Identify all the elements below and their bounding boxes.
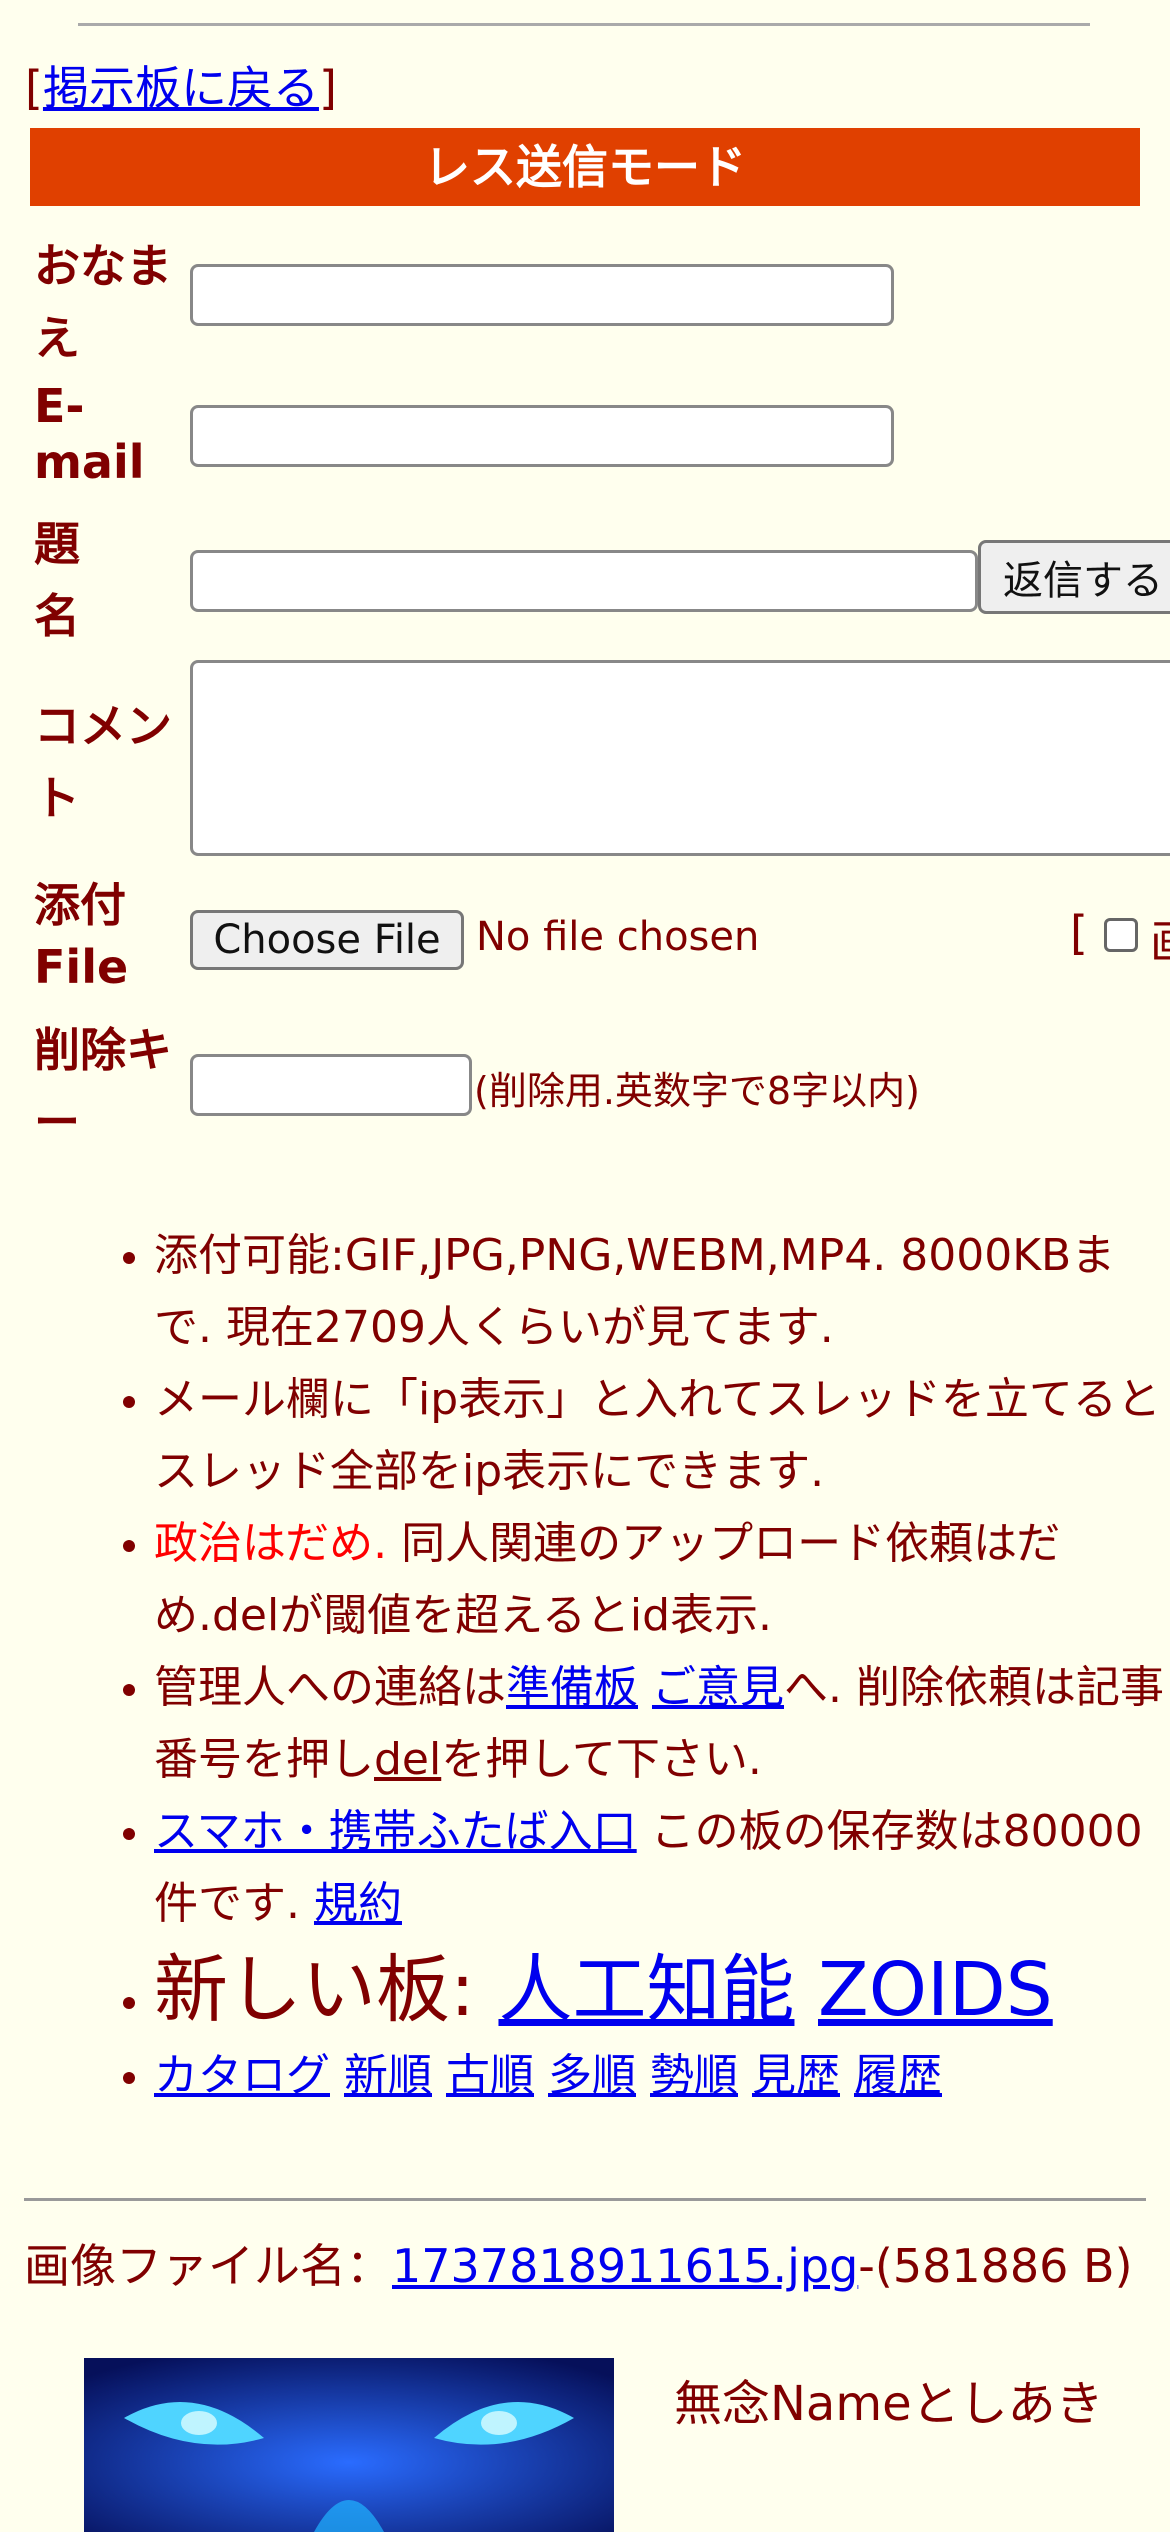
rule-contact-text: 管理人への連絡は [154,1662,506,1713]
prep-board-link[interactable]: 準備板 [506,1662,638,1713]
image-file-size: -(581886 B) [858,2239,1133,2293]
top-divider [78,23,1090,26]
post-history-link[interactable]: 履歴 [854,2050,942,2101]
image-file-link[interactable]: 1737818911615.jpg [392,2239,858,2293]
rule-mobile: スマホ・携帯ふたば入口 この板の保存数は80000件です. 規約 [154,1796,1170,1940]
post-author-name: 無念Nameとしあき [674,2376,1104,2432]
ai-board-link[interactable]: 人工知能 [498,1947,794,2033]
subject-input[interactable] [190,550,978,612]
image-option-checkbox[interactable] [1104,918,1138,952]
thumbnail-artwork [84,2358,614,2532]
name-label: おなまえ [34,239,172,365]
comment-textarea[interactable] [190,660,1170,856]
option-label-clipped: 画 [1150,906,1170,972]
image-file-prefix: 画像ファイル名： [24,2239,392,2293]
rule-ip-display: メール欄に「ip表示」と入れてスレッドを立てるとスレッド全部をip表示にできます… [154,1364,1170,1508]
zoids-board-link[interactable]: ZOIDS [818,1947,1053,2033]
delete-key-hint: (削除用.英数字で8字以内) [474,1069,920,1113]
rule-politics-warning: 政治はだめ. [154,1518,388,1569]
sort-old-link[interactable]: 古順 [446,2050,534,2101]
new-boards-label: 新しい板: [154,1947,499,2033]
rule-politics: 政治はだめ. 同人関連のアップロード依頼はだめ.delが閾値を超えるとid表示. [154,1508,1170,1652]
reply-submit-button[interactable]: 返信する [978,540,1170,614]
view-history-link[interactable]: 見歴 [752,2050,840,2101]
sort-momentum-link[interactable]: 勢順 [650,2050,738,2101]
section-divider [24,2198,1146,2201]
terms-link[interactable]: 規約 [314,1878,402,1929]
no-file-text: No file chosen [476,914,760,960]
del-text: del [374,1734,442,1785]
file-label: 添付File [34,878,129,994]
post-thumbnail[interactable] [84,2358,614,2532]
back-nav: [掲示板に戻る] [25,61,337,115]
catalog-link[interactable]: カタログ [154,2050,330,2101]
name-input[interactable] [190,264,894,326]
feedback-link[interactable]: ご意見 [652,1662,784,1713]
rule-contact-text-3: を押して下さい. [441,1734,762,1785]
mobile-entrance-link[interactable]: スマホ・携帯ふたば入口 [154,1806,637,1857]
subject-label: 題名 [34,517,80,643]
back-to-board-link[interactable]: 掲示板に戻る [43,61,319,115]
new-boards: 新しい板: 人工知能 ZOIDS [154,1940,1170,2040]
rule-contact: 管理人への連絡は準備板 ご意見へ. 削除依頼は記事番号を押しdelを押して下さい… [154,1652,1170,1796]
delete-key-input[interactable] [190,1054,472,1116]
board-rules-list: 添付可能:GIF,JPG,PNG,WEBM,MP4. 8000KBまで. 現在2… [0,1220,1170,2112]
email-input[interactable] [190,405,894,467]
sort-links: カタログ 新順 古順 多順 勢順 見歴 履歴 [154,2040,1170,2112]
image-file-info: 画像ファイル名：1737818911615.jpg-(581886 B) [24,2236,1154,2296]
option-bracket: [ [1070,906,1088,960]
delete-key-label: 削除キー [34,1023,172,1149]
sort-many-link[interactable]: 多順 [548,2050,636,2101]
reply-mode-banner: レス送信モード [30,128,1140,206]
email-label: E-mail [34,379,145,489]
comment-label: コメント [34,699,172,825]
rule-attachments: 添付可能:GIF,JPG,PNG,WEBM,MP4. 8000KBまで. 現在2… [154,1220,1170,1364]
choose-file-button[interactable]: Choose File [190,910,464,970]
sort-new-link[interactable]: 新順 [344,2050,432,2101]
